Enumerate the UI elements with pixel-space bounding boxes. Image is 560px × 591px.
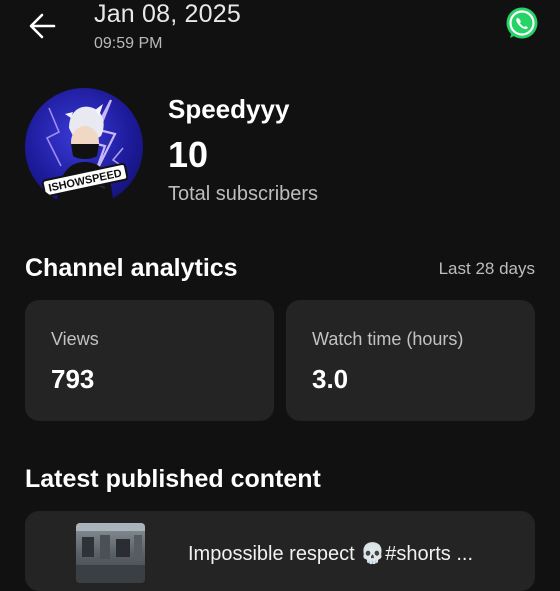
content-title: Impossible respect 💀#shorts ... bbox=[188, 543, 474, 565]
content-thumbnail bbox=[76, 523, 145, 583]
section-title-latest: Latest published content bbox=[25, 465, 321, 493]
analytics-period: Last 28 days bbox=[438, 259, 535, 278]
subscriber-count: 10 bbox=[168, 134, 209, 175]
views-card[interactable]: Views 793 bbox=[25, 300, 274, 421]
subscriber-label: Total subscribers bbox=[168, 183, 319, 205]
top-bar: Jan 08, 2025 09:59 PM bbox=[0, 0, 560, 62]
avatar-artwork: ISHOWSPEED bbox=[41, 99, 129, 206]
arrow-left-icon[interactable] bbox=[24, 6, 64, 46]
watch-time-value: 3.0 bbox=[312, 364, 349, 394]
content-item[interactable]: Impossible respect 💀#shorts ... bbox=[25, 511, 535, 591]
channel-name: Speedyyy bbox=[168, 94, 290, 124]
thumbnail-artwork bbox=[76, 523, 145, 583]
report-date: Jan 08, 2025 bbox=[94, 0, 241, 28]
whatsapp-icon[interactable] bbox=[503, 5, 541, 43]
watch-time-label: Watch time (hours) bbox=[312, 329, 464, 349]
views-value: 793 bbox=[51, 364, 95, 394]
views-label: Views bbox=[51, 329, 99, 349]
watch-time-card[interactable]: Watch time (hours) 3.0 bbox=[286, 300, 535, 421]
section-title-analytics: Channel analytics bbox=[25, 254, 238, 282]
channel-avatar: ISHOWSPEED bbox=[25, 88, 143, 206]
report-time: 09:59 PM bbox=[94, 35, 163, 52]
